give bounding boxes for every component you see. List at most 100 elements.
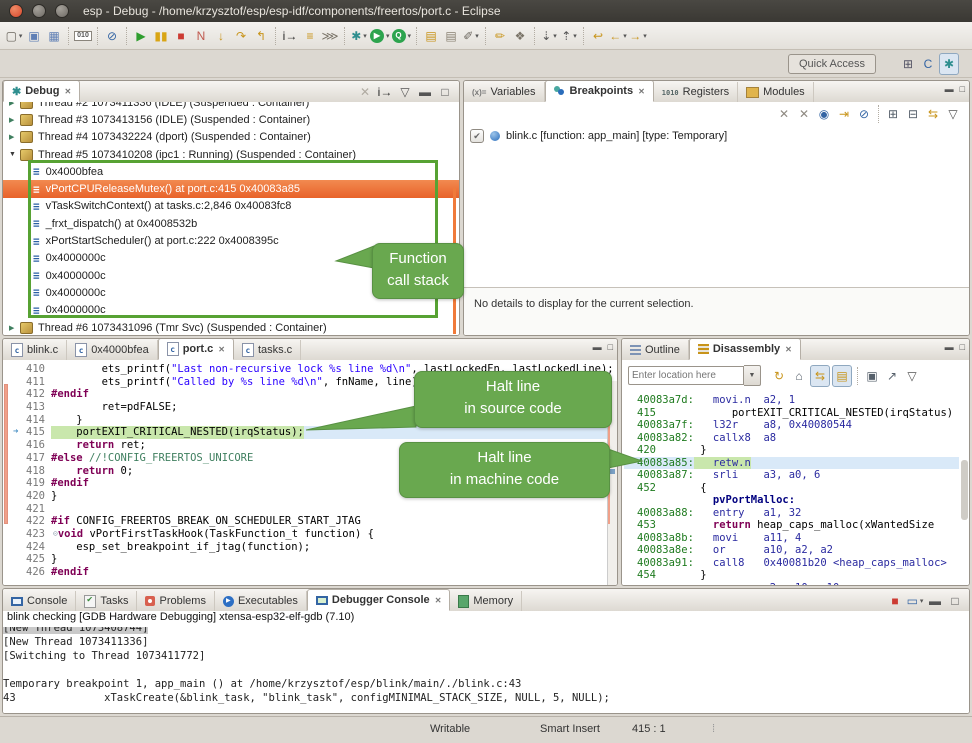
tab-console[interactable]: Console — [3, 591, 76, 611]
tab-outline[interactable]: Outline — [622, 340, 689, 360]
expand-icon[interactable] — [9, 102, 20, 107]
editor-line[interactable]: 422#if CONFIG_FREERTOS_BREAK_ON_SCHEDULE… — [11, 515, 607, 528]
display-selected-console-button[interactable]: ▭▾ — [906, 591, 924, 611]
disassembly-line[interactable]: 40083a82: callx8 a8 — [624, 432, 959, 445]
expand-icon[interactable] — [9, 116, 20, 124]
expand-all-button[interactable]: ⊞ — [884, 104, 902, 124]
expand-icon[interactable] — [9, 324, 20, 332]
quick-access-button[interactable]: Quick Access — [788, 54, 876, 74]
console-output[interactable]: [New Thread 1073408744][New Thread 10734… — [3, 627, 969, 713]
disassembly-line[interactable]: 40083a7d: movi.n a2, 1 — [624, 394, 959, 407]
debug-thread-row[interactable]: Thread #6 1073431096 (Tmr Svc) (Suspende… — [3, 319, 459, 335]
dropdown-arrow-icon[interactable]: ▾ — [19, 32, 23, 40]
tab-port-c[interactable]: port.c✕ — [158, 338, 234, 360]
instruction-stepping-toggle-button[interactable]: i→ — [376, 82, 394, 102]
disassembly-line[interactable]: 452 { — [624, 482, 959, 495]
remove-all-terminated-button[interactable]: ✕ — [356, 82, 374, 102]
last-edit-location-button[interactable]: ↩ — [589, 26, 607, 46]
toggle-mark-occurrences-button[interactable]: ✏ — [491, 26, 509, 46]
tab-modules[interactable]: Modules — [738, 82, 814, 102]
maximize-button[interactable]: □ — [946, 591, 964, 611]
minimize-icon[interactable]: ▬ — [945, 342, 954, 352]
run-button[interactable]: ▶▾ — [370, 26, 390, 46]
tab-memory[interactable]: Memory — [450, 591, 522, 611]
close-icon[interactable]: ✕ — [435, 596, 442, 605]
maximize-button[interactable]: □ — [436, 82, 454, 102]
disassembly-code-area[interactable]: 40083a7d: movi.n a2, 1415 portEXIT_CRITI… — [624, 394, 959, 585]
debug-thread-row[interactable]: Thread #5 1073410208 (ipc1 : Running) (S… — [3, 146, 459, 163]
external-tools-button[interactable]: Q▾ — [392, 26, 412, 46]
debug-stack-frame-row[interactable]: ≡0x4000bfea — [3, 163, 459, 180]
debug-thread-row[interactable]: Thread #4 1073432224 (dport) (Suspended … — [3, 129, 459, 146]
next-annotation-button[interactable]: ⇣▾ — [540, 26, 558, 46]
disassembly-scrollbar[interactable] — [961, 460, 968, 520]
disassembly-line[interactable]: 40083a88: entry a1, 32 — [624, 507, 959, 520]
tab-disassembly[interactable]: Disassembly✕ — [689, 338, 801, 360]
resume-button[interactable]: ▶ — [132, 26, 150, 46]
skip-all-breakpoints-button[interactable]: ⊘ — [855, 104, 873, 124]
show-supported-breakpoints-button[interactable]: ◉ — [815, 104, 833, 124]
show-debug-lines-button[interactable]: ≡ — [301, 26, 319, 46]
debug-button[interactable]: ✱▾ — [350, 26, 368, 46]
tab-problems[interactable]: Problems — [137, 591, 214, 611]
close-icon[interactable]: ✕ — [64, 87, 71, 96]
dropdown-arrow-icon[interactable]: ▾ — [386, 32, 390, 40]
window-close-button[interactable] — [9, 4, 23, 18]
minimize-icon[interactable]: ▬ — [593, 342, 602, 352]
disassembly-line[interactable]: or a2, a10, a10 — [624, 582, 959, 586]
step-into-button[interactable]: ↓ — [212, 26, 230, 46]
toggle-block-selection-button[interactable]: ❖ — [511, 26, 529, 46]
disassembly-line[interactable]: 453 return heap_caps_malloc(xWantedSize — [624, 519, 959, 532]
close-icon[interactable]: ✕ — [218, 345, 225, 354]
disassembly-line[interactable]: 40083a87: srli a3, a0, 6 — [624, 469, 959, 482]
minimize-button[interactable]: ▬ — [416, 82, 434, 102]
copy-to-clipboard-button[interactable]: ▣ — [863, 366, 881, 386]
disassembly-line[interactable]: 40083a91: call8 0x40081b20 <heap_caps_ma… — [624, 557, 959, 570]
step-over-button[interactable]: ↷ — [232, 26, 250, 46]
skip-all-breakpoints-button[interactable]: ⊘ — [103, 26, 121, 46]
open-perspective-button[interactable]: ⊞ — [899, 54, 917, 74]
view-menu-button[interactable]: ▽ — [396, 82, 414, 102]
suspend-button[interactable]: ▮▮ — [152, 26, 170, 46]
editor-line[interactable]: 421 — [11, 503, 607, 516]
home-button[interactable]: ⌂ — [790, 366, 808, 386]
debug-stack-frame-row[interactable]: ≡0x4000000c — [3, 302, 459, 319]
previous-annotation-button[interactable]: ⇡▾ — [560, 26, 578, 46]
search-button[interactable]: ✐▾ — [462, 26, 480, 46]
disassembly-line[interactable]: 415 portEXIT_CRITICAL_NESTED(irqStatus) — [624, 407, 959, 420]
view-menu-button[interactable]: ▽ — [944, 104, 962, 124]
tab-registers[interactable]: Registers — [654, 82, 738, 102]
dropdown-arrow-icon[interactable]: ▾ — [573, 32, 577, 40]
refresh-button[interactable]: ↻ — [770, 366, 788, 386]
maximize-icon[interactable]: □ — [960, 84, 965, 94]
dropdown-arrow-icon[interactable]: ▾ — [623, 32, 627, 40]
dropdown-arrow-icon[interactable]: ▾ — [553, 32, 557, 40]
editor-line[interactable]: 426#endif — [11, 566, 607, 579]
editor-line[interactable]: 423⊝void vPortFirstTaskHook(TaskFunction… — [11, 528, 607, 541]
breakpoint-list-item[interactable]: blink.c [function: app_main] [type: Temp… — [470, 129, 727, 143]
dropdown-arrow-icon[interactable]: ▾ — [475, 32, 479, 40]
step-return-button[interactable]: ↰ — [252, 26, 270, 46]
dropdown-arrow-icon[interactable]: ▾ — [408, 32, 412, 40]
debug-perspective-button[interactable]: ✱ — [939, 53, 959, 75]
save-button[interactable]: ▣ — [25, 26, 43, 46]
new-wizard-button[interactable]: ▢▾ — [5, 26, 23, 46]
location-input[interactable] — [628, 366, 744, 385]
debug-stack-frame-row[interactable]: ≡vPortCPUReleaseMutex() at port.c:415 0x… — [3, 180, 459, 197]
tab-tasks-c[interactable]: tasks.c — [234, 340, 301, 360]
maximize-icon[interactable]: □ — [960, 342, 965, 352]
view-menu-button[interactable]: ▽ — [903, 366, 921, 386]
back-button[interactable]: ←▾ — [609, 26, 627, 46]
tab-executables[interactable]: Executables — [215, 591, 307, 611]
cpp-perspective-button[interactable]: C — [919, 54, 937, 74]
disassembly-line[interactable]: 420 } — [624, 444, 959, 457]
debug-thread-row[interactable]: Thread #3 1073413156 (IDLE) (Suspended :… — [3, 111, 459, 128]
disassembly-line[interactable]: ➜40083a85: retw.n — [624, 457, 959, 470]
forward-button[interactable]: →▾ — [629, 26, 647, 46]
dropdown-arrow-icon[interactable]: ▾ — [363, 32, 367, 40]
close-icon[interactable]: ✕ — [638, 87, 645, 96]
minimize-button[interactable]: ▬ — [926, 591, 944, 611]
save-all-button[interactable]: ▦ — [45, 26, 63, 46]
disassembly-line[interactable]: pvPortMalloc: — [624, 494, 959, 507]
tab-0x4000bfea[interactable]: 0x4000bfea — [67, 340, 158, 360]
